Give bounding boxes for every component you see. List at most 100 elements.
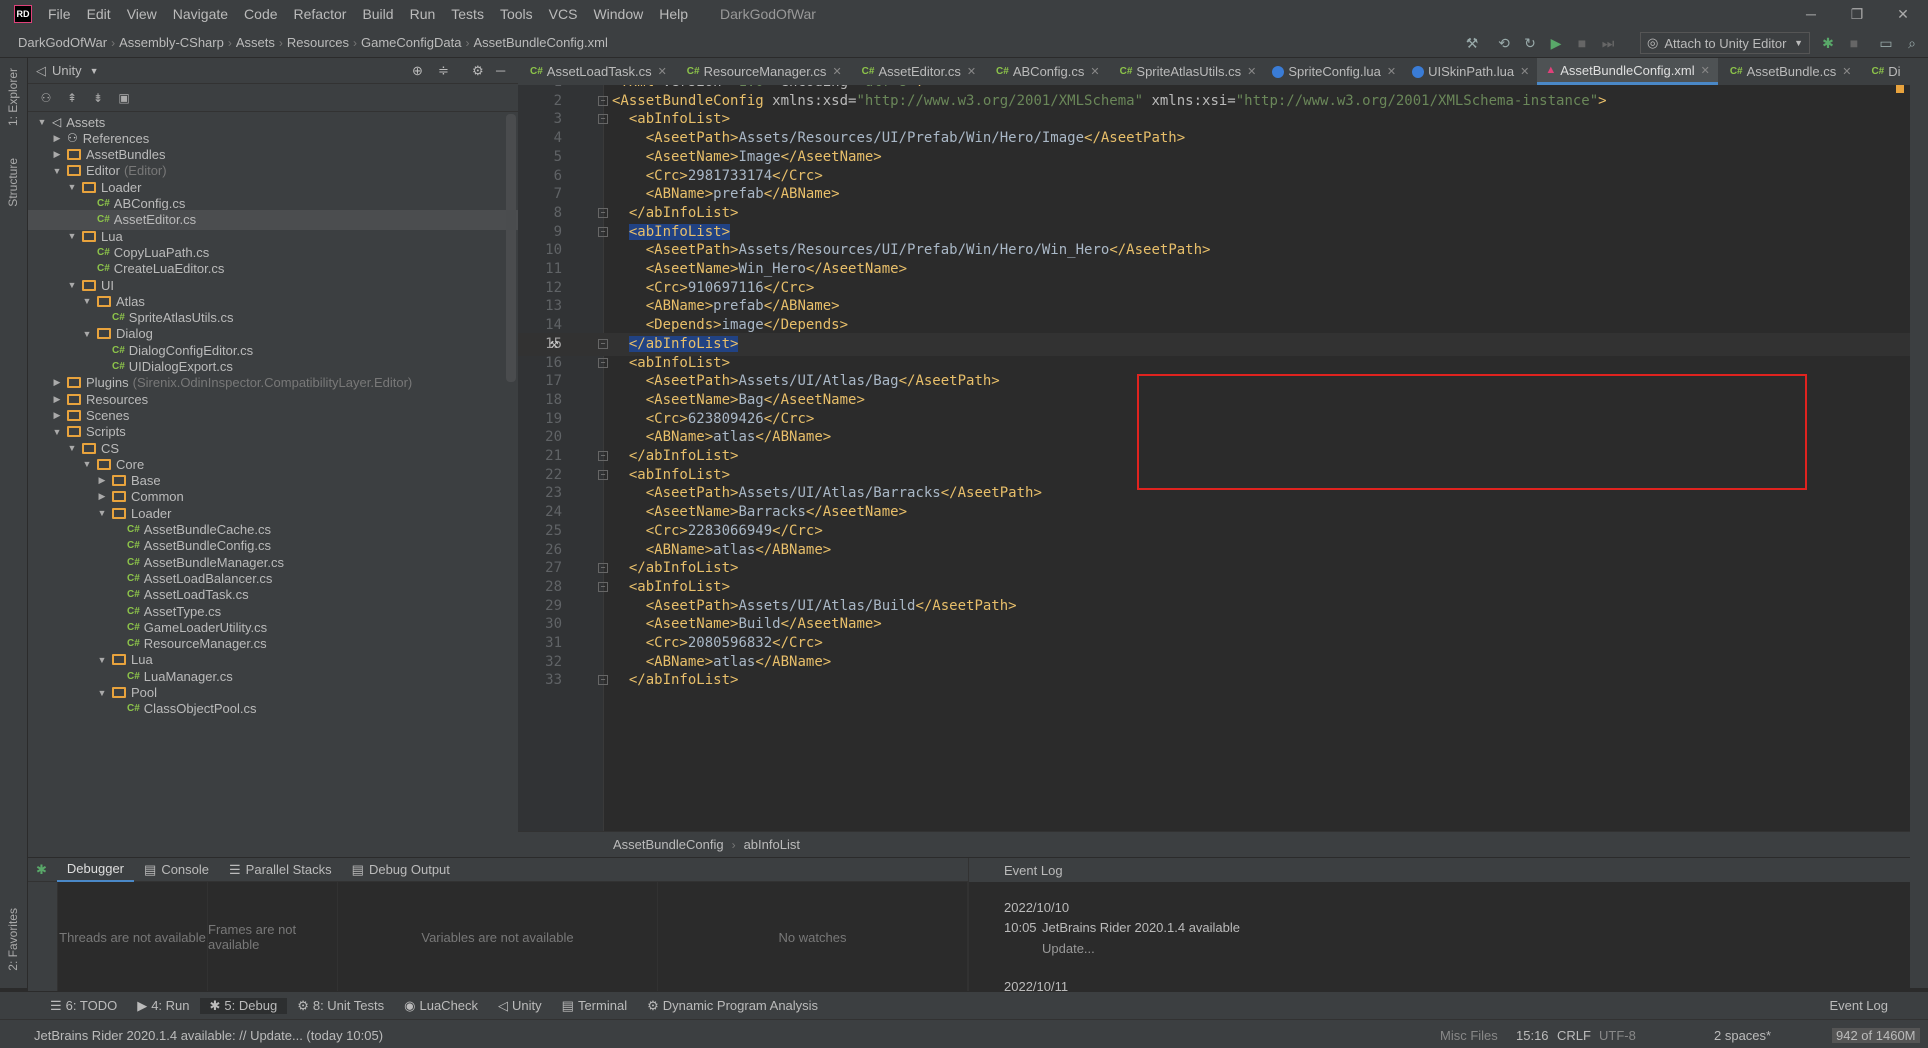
status-memory[interactable]: 942 of 1460M [1832, 1028, 1920, 1043]
chevron-down-icon[interactable]: ▼ [90, 66, 99, 76]
close-tab-icon[interactable]: ✕ [1842, 65, 1851, 78]
event-log-button[interactable]: Event Log [1819, 998, 1898, 1013]
menu-file[interactable]: File [40, 6, 79, 22]
menu-build[interactable]: Build [354, 6, 401, 22]
code-line[interactable]: 33 − </abInfoList> [518, 669, 1910, 692]
explorer-side-tab[interactable]: 1: Explorer [6, 68, 20, 126]
tool-window-button[interactable]: ▶ 4: Run [127, 998, 199, 1014]
debug-icon[interactable]: ✱ [1818, 33, 1838, 53]
event-update-link[interactable]: Update... [1042, 941, 1095, 956]
tool-window-button[interactable]: ◁ Unity [488, 998, 552, 1014]
warning-marker[interactable] [1896, 85, 1904, 93]
editor-tab[interactable]: C# ABConfig.cs ✕ [984, 58, 1108, 85]
code-editor[interactable]: 1<?xml version="1.0" encoding="utf-8"?>2… [518, 85, 1910, 831]
editor-tab[interactable]: C# Di [1859, 58, 1908, 85]
layout-icon[interactable]: ▭ [1876, 33, 1896, 53]
expand-arrow-icon[interactable]: ▼ [66, 182, 78, 192]
fold-marker-icon[interactable]: − [598, 338, 608, 349]
status-position[interactable]: 15:16 [1516, 1028, 1549, 1043]
close-tab-icon[interactable]: ✕ [832, 65, 841, 78]
stop-icon[interactable]: ■ [1572, 33, 1592, 53]
breadcrumb-root[interactable]: AssetBundleConfig [613, 837, 724, 852]
fold-marker-icon[interactable]: − [598, 675, 608, 686]
status-line-separator[interactable]: CRLF [1557, 1028, 1591, 1043]
preview-icon[interactable]: ▣ [116, 90, 132, 106]
nav-crumb[interactable]: Assets [232, 35, 279, 50]
menu-run[interactable]: Run [402, 6, 444, 22]
stop-debug-icon[interactable]: ■ [1844, 33, 1864, 53]
tab-debug-output[interactable]: ▤ Debug Output [342, 862, 460, 878]
expand-arrow-icon[interactable]: ▼ [36, 117, 48, 127]
fold-marker-icon[interactable]: − [598, 451, 608, 461]
tool-window-button[interactable]: ☰ 6: TODO [40, 998, 127, 1014]
collapse-arrow-icon[interactable]: ▶ [96, 491, 108, 502]
tool-window-button[interactable]: ⚙ Dynamic Program Analysis [637, 998, 828, 1014]
menu-code[interactable]: Code [236, 6, 285, 22]
fold-marker-icon[interactable]: − [598, 469, 608, 480]
minimize-icon[interactable]: ─ [1788, 0, 1834, 28]
close-tab-icon[interactable]: ✕ [1247, 65, 1256, 78]
tab-console[interactable]: ▤ Console [134, 862, 219, 878]
back-icon[interactable]: ⟲ [1494, 33, 1514, 53]
expand-arrow-icon[interactable]: ▼ [66, 443, 78, 453]
breadcrumb-leaf[interactable]: abInfoList [744, 837, 800, 852]
target-icon[interactable]: ⊕ [412, 63, 423, 79]
editor-tab[interactable]: SpriteConfig.lua ✕ [1264, 58, 1404, 85]
menu-view[interactable]: View [119, 6, 165, 22]
expand-arrow-icon[interactable]: ▼ [96, 508, 108, 518]
editor-tab[interactable]: ▲ AssetBundleConfig.xml ✕ [1537, 58, 1718, 85]
collapse-arrow-icon[interactable]: ▶ [51, 410, 63, 421]
close-tab-icon[interactable]: ✕ [1387, 65, 1396, 78]
expand-arrow-icon[interactable]: ▼ [96, 655, 108, 665]
explorer-scrollbar[interactable] [506, 114, 516, 382]
fold-marker-icon[interactable]: − [598, 95, 608, 106]
close-tab-icon[interactable]: ✕ [967, 65, 976, 78]
tree-item[interactable]: C# ClassObjectPool.cs [28, 699, 518, 719]
editor-tab[interactable]: C# AssetBundle.cs ✕ [1718, 58, 1860, 85]
close-icon[interactable]: ✕ [1880, 0, 1926, 28]
step-icon[interactable]: ⏭ [1598, 33, 1618, 53]
tab-parallel-stacks[interactable]: ☰ Parallel Stacks [219, 862, 342, 878]
gear-icon[interactable]: ⚙ [472, 63, 484, 79]
collapse-arrow-icon[interactable]: ▶ [51, 377, 63, 388]
tab-debugger[interactable]: Debugger [56, 858, 135, 882]
editor-tab[interactable]: UISkinPath.lua ✕ [1404, 58, 1537, 85]
unity-connect-icon[interactable]: ⚇ [38, 90, 54, 106]
menu-tools[interactable]: Tools [492, 6, 541, 22]
tool-window-button[interactable]: ▤ Terminal [552, 998, 637, 1014]
editor-tab[interactable]: C# SpriteAtlasUtils.cs ✕ [1108, 58, 1265, 85]
editor-tab[interactable]: C# AssetLoadTask.cs ✕ [518, 58, 675, 85]
search-icon[interactable]: ⌕ [1902, 33, 1922, 53]
nav-crumb[interactable]: Resources [283, 35, 353, 50]
expand-arrow-icon[interactable]: ▼ [81, 296, 93, 306]
menu-navigate[interactable]: Navigate [165, 6, 236, 22]
status-encoding[interactable]: UTF-8 [1599, 1028, 1636, 1043]
close-tab-icon[interactable]: ✕ [1701, 64, 1710, 77]
expand-icon[interactable]: ⇞ [64, 90, 80, 106]
status-message[interactable]: JetBrains Rider 2020.1.4 available: // U… [34, 1028, 383, 1043]
hide-icon[interactable]: ─ [496, 63, 505, 78]
expand-arrow-icon[interactable]: ▼ [51, 427, 63, 437]
expand-arrow-icon[interactable]: ▼ [51, 166, 63, 176]
editor-tab[interactable]: C# AssetEditor.cs ✕ [850, 58, 984, 85]
menu-vcs[interactable]: VCS [541, 6, 586, 22]
nav-crumb[interactable]: AssetBundleConfig.xml [469, 35, 611, 50]
tool-window-button[interactable]: ◉ LuaCheck [394, 998, 488, 1014]
explorer-view-selector[interactable]: Unity [52, 63, 82, 78]
collapse-arrow-icon[interactable]: ▶ [51, 149, 63, 160]
refresh-icon[interactable]: ↻ [1520, 33, 1540, 53]
favorites-side-tab[interactable]: 2: Favorites [6, 908, 20, 971]
nav-crumb[interactable]: Assembly-CSharp [115, 35, 228, 50]
fold-marker-icon[interactable]: − [598, 357, 608, 368]
tool-window-button[interactable]: ⚙ 8: Unit Tests [287, 998, 394, 1014]
menu-help[interactable]: Help [651, 6, 696, 22]
menu-edit[interactable]: Edit [79, 6, 119, 22]
status-misc[interactable]: Misc Files [1440, 1028, 1498, 1043]
expand-arrow-icon[interactable]: ▼ [66, 280, 78, 290]
fold-marker-icon[interactable]: − [598, 207, 608, 218]
menu-tests[interactable]: Tests [443, 6, 492, 22]
fold-marker-icon[interactable]: − [598, 563, 608, 574]
menu-refactor[interactable]: Refactor [286, 6, 355, 22]
expand-arrow-icon[interactable]: ▼ [96, 688, 108, 698]
collapse-icon[interactable]: ⇟ [90, 90, 106, 106]
